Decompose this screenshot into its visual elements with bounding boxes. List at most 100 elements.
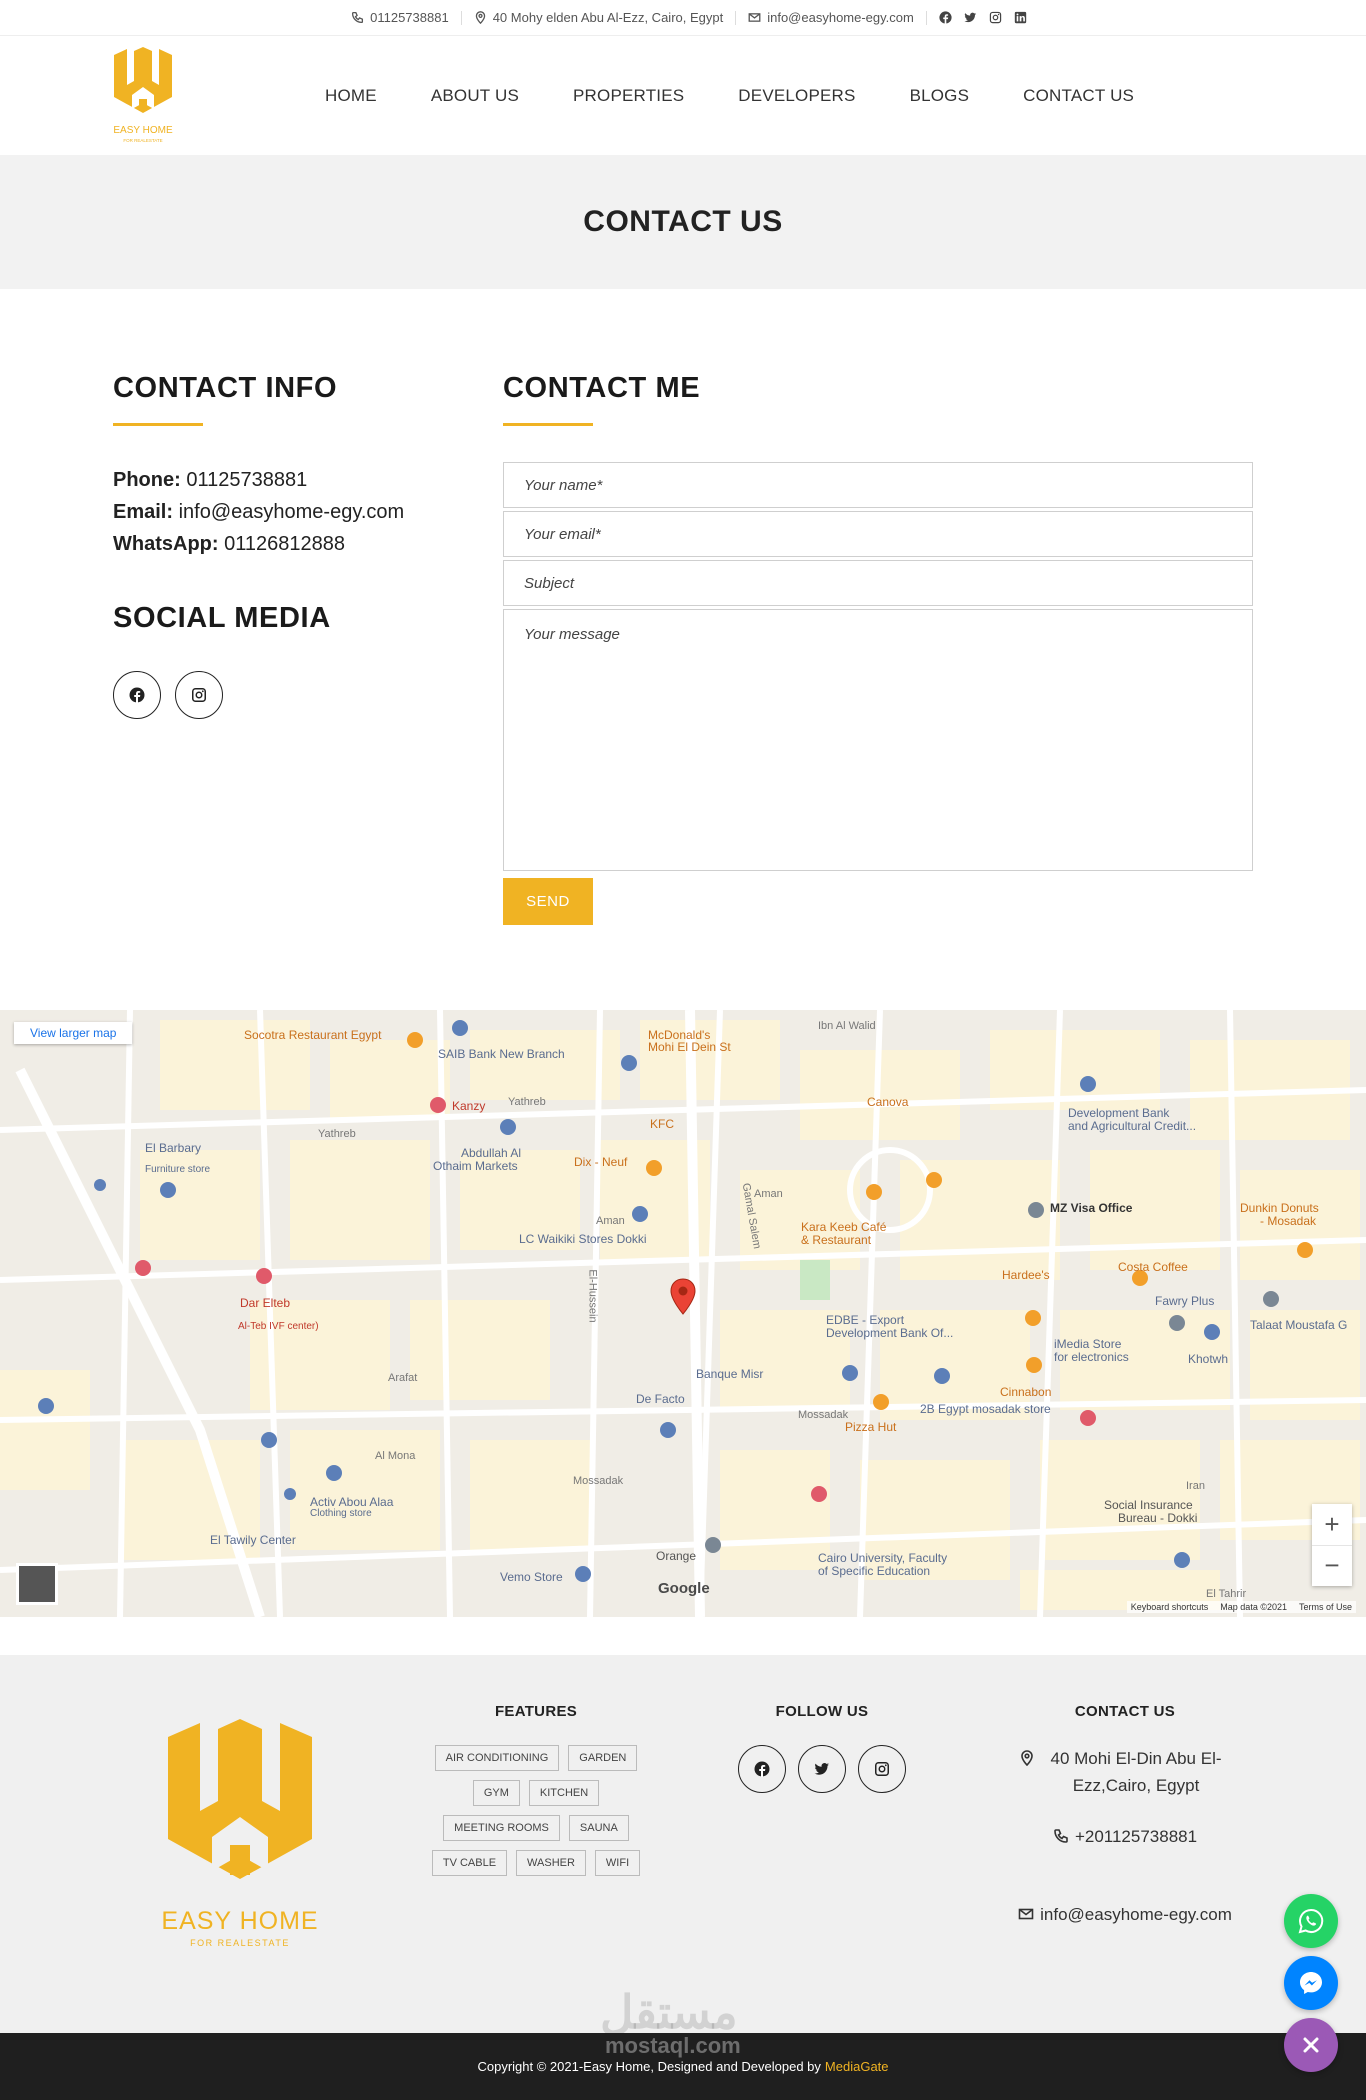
footer-email[interactable]: info@easyhome-egy.com — [1000, 1901, 1250, 1928]
title-underline — [113, 423, 203, 426]
map-label[interactable]: Social Insurance — [1104, 1498, 1193, 1512]
whatsapp-button[interactable] — [1284, 1894, 1338, 1948]
map-label[interactable]: & Restaurant — [801, 1233, 871, 1247]
map-label[interactable]: KFC — [650, 1117, 674, 1131]
map-label[interactable]: Socotra Restaurant Egypt — [244, 1028, 381, 1042]
map-label[interactable]: Cairo University, Faculty — [818, 1551, 947, 1565]
map-label[interactable]: iMedia Store — [1054, 1337, 1121, 1351]
name-field[interactable]: Your name* — [503, 462, 1253, 508]
feature-tag[interactable]: AIR CONDITIONING — [434, 1745, 560, 1771]
map-label[interactable]: Kanzy — [452, 1099, 485, 1113]
map-label[interactable]: Khotwh — [1188, 1352, 1228, 1366]
feature-tag[interactable]: MEETING ROOMS — [443, 1815, 560, 1841]
topbar-address-text: 40 Mohy elden Abu Al-Ezz, Cairo, Egypt — [492, 10, 724, 25]
map-label[interactable]: De Facto — [636, 1392, 685, 1406]
send-button[interactable]: SEND — [503, 878, 593, 925]
map-label[interactable]: Kara Keeb Café — [801, 1220, 886, 1234]
close-chat-button[interactable] — [1284, 2018, 1338, 2072]
map-label[interactable]: Orange — [656, 1549, 696, 1563]
svg-text:FOR REALESTATE: FOR REALESTATE — [123, 138, 162, 143]
feature-tag[interactable]: WIFI — [594, 1850, 641, 1876]
email-value[interactable]: info@easyhome-egy.com — [179, 501, 405, 523]
nav-developers[interactable]: DEVELOPERS — [711, 86, 882, 106]
map-label[interactable]: Costa Coffee — [1118, 1260, 1188, 1274]
map-label[interactable]: El Barbary — [145, 1141, 201, 1155]
map-label[interactable]: Fawry Plus — [1155, 1294, 1214, 1308]
subject-field[interactable]: Subject — [503, 560, 1253, 606]
footer-logo[interactable] — [160, 1715, 320, 1905]
terms-link[interactable]: Terms of Use — [1299, 1602, 1352, 1612]
nav-contact-us[interactable]: CONTACT US — [996, 86, 1161, 106]
feature-tag[interactable]: TV CABLE — [431, 1850, 508, 1876]
map-label[interactable]: Talaat Moustafa G — [1250, 1318, 1347, 1332]
keyboard-shortcuts-link[interactable]: Keyboard shortcuts — [1131, 1602, 1209, 1612]
map-label[interactable]: EDBE - Export — [826, 1313, 904, 1327]
street-label: Al Mona — [375, 1450, 416, 1462]
footer-twitter-button[interactable] — [798, 1745, 846, 1793]
topbar-email[interactable]: info@easyhome-egy.com — [736, 10, 926, 25]
map-label[interactable]: Othaim Markets — [433, 1159, 518, 1173]
linkedin-icon[interactable] — [1014, 11, 1027, 24]
feature-tag[interactable]: KITCHEN — [528, 1780, 600, 1806]
nav-home[interactable]: HOME — [298, 86, 404, 106]
feature-tag[interactable]: WASHER — [516, 1850, 586, 1876]
footer-instagram-button[interactable] — [858, 1745, 906, 1793]
phone-value[interactable]: 01125738881 — [186, 469, 307, 491]
message-field[interactable]: Your message — [503, 609, 1253, 871]
map-label[interactable]: Activ Abou Alaa — [310, 1495, 393, 1509]
instagram-icon[interactable] — [989, 11, 1002, 24]
map-label[interactable]: Mohi El Dein St — [648, 1040, 731, 1054]
map-label[interactable]: and Agricultural Credit... — [1068, 1119, 1196, 1133]
feature-tag[interactable]: GYM — [472, 1780, 520, 1806]
map-label[interactable]: Abdullah Al — [461, 1146, 521, 1160]
instagram-button[interactable] — [175, 671, 223, 719]
map-label[interactable]: Dix - Neuf — [574, 1155, 627, 1169]
logo[interactable]: EASY HOME FOR REALESTATE — [110, 45, 176, 147]
map-label[interactable]: Banque Misr — [696, 1367, 763, 1381]
map-label[interactable]: of Specific Education — [818, 1564, 930, 1578]
messenger-icon — [1300, 1972, 1322, 1994]
view-larger-map-link[interactable]: View larger map — [14, 1022, 133, 1044]
topbar-phone[interactable]: 01125738881 — [339, 10, 461, 25]
developer-link[interactable]: MediaGate — [825, 2059, 889, 2074]
map-label: Furniture store — [145, 1164, 211, 1175]
map-label[interactable]: LC Waikiki Stores Dokki — [519, 1232, 647, 1246]
nav-properties[interactable]: PROPERTIES — [546, 86, 711, 106]
map-label[interactable]: SAIB Bank New Branch — [438, 1047, 565, 1061]
email-field[interactable]: Your email* — [503, 511, 1253, 557]
facebook-icon[interactable] — [939, 11, 952, 24]
nav-blogs[interactable]: BLOGS — [883, 86, 997, 106]
map-label[interactable]: El Tawily Center — [210, 1533, 296, 1547]
street-label: Aman — [754, 1188, 783, 1200]
top-bar: 01125738881 40 Mohy elden Abu Al-Ezz, Ca… — [0, 0, 1366, 36]
twitter-icon[interactable] — [964, 11, 977, 24]
map-label: Al-Teb IVF center) — [238, 1321, 319, 1332]
map-label[interactable]: Canova — [867, 1095, 908, 1109]
zoom-in-button[interactable]: + — [1312, 1504, 1352, 1546]
messenger-button[interactable] — [1284, 1956, 1338, 2010]
map-label[interactable]: Hardee's — [1002, 1268, 1050, 1282]
map-label[interactable]: Cinnabon — [1000, 1385, 1051, 1399]
phone-icon — [352, 11, 364, 24]
map-label[interactable]: Dunkin Donuts — [1240, 1201, 1319, 1215]
map-pin-icon[interactable] — [669, 1278, 697, 1316]
nav-about-us[interactable]: ABOUT US — [404, 86, 546, 106]
map-label[interactable]: 2B Egypt mosadak store — [920, 1402, 1051, 1416]
map-label[interactable]: Dar Elteb — [240, 1296, 290, 1310]
map-label[interactable]: Development Bank Of... — [826, 1326, 953, 1340]
map-label[interactable]: Development Bank — [1068, 1106, 1169, 1120]
map-thumbnail[interactable] — [16, 1563, 58, 1605]
map-label[interactable]: MZ Visa Office — [1050, 1201, 1132, 1215]
footer-phone[interactable]: +201125738881 — [1000, 1823, 1250, 1850]
map-label[interactable]: Vemo Store — [500, 1570, 563, 1584]
map-label[interactable]: Pizza Hut — [845, 1420, 896, 1434]
footer-facebook-button[interactable] — [738, 1745, 786, 1793]
map-label[interactable]: - Mosadak — [1260, 1214, 1316, 1228]
whatsapp-value[interactable]: 01126812888 — [224, 533, 345, 555]
google-map[interactable]: View larger map Socotra Restaurant Egypt… — [0, 1010, 1366, 1617]
map-label[interactable]: Bureau - Dokki — [1118, 1511, 1197, 1525]
feature-tag[interactable]: GARDEN — [568, 1745, 638, 1771]
facebook-button[interactable] — [113, 671, 161, 719]
feature-tag[interactable]: SAUNA — [568, 1815, 629, 1841]
zoom-out-button[interactable]: − — [1312, 1546, 1352, 1587]
